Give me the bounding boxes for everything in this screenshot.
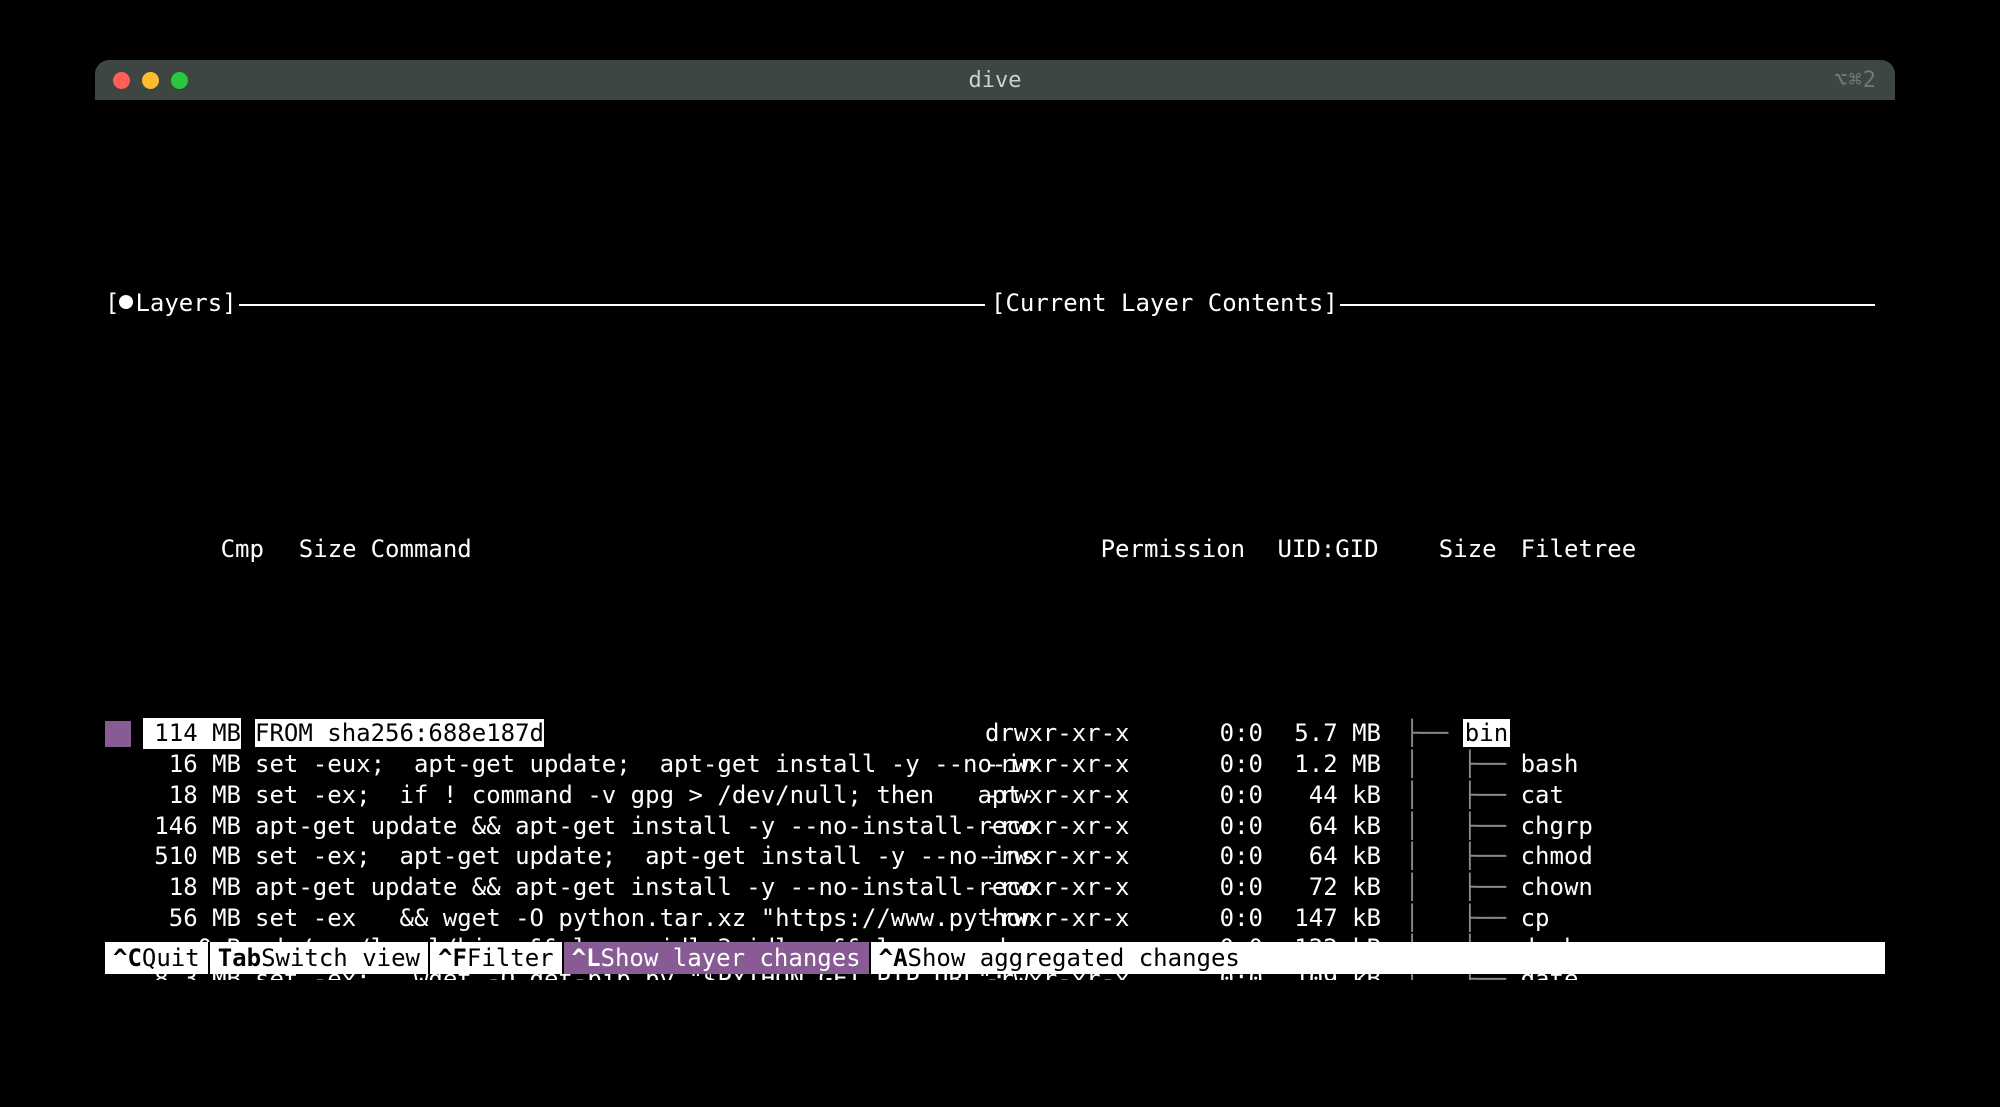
bullet-icon bbox=[119, 295, 133, 309]
contents-header: [Current Layer Contents] bbox=[985, 288, 1875, 319]
col-permission: Permission bbox=[1101, 534, 1271, 565]
status-bar: ^C Quit Tab Switch view ^F Filter ^L Sho… bbox=[105, 942, 1885, 974]
layer-row[interactable]: 146 MBapt-get update && apt-get install … bbox=[105, 811, 985, 842]
filetree-row[interactable]: -rwxr-xr-x0:064 kB│ ├── chmod bbox=[985, 841, 1875, 872]
aggregated-changes-button[interactable]: ^A Show aggregated changes bbox=[871, 942, 1885, 974]
filetree-root[interactable]: drwxr-xr-x0:05.7 MB├── bin bbox=[985, 718, 1875, 749]
contents-columns: PermissionUID:GIDSizeFiletree bbox=[985, 503, 1875, 595]
col-filetree: Filetree bbox=[1497, 534, 1637, 565]
layer-row[interactable]: 114 MBFROM sha256:688e187d bbox=[105, 718, 985, 749]
layers-columns: CmpSizeCommand bbox=[105, 503, 985, 595]
window-title: dive bbox=[95, 68, 1895, 93]
layer-row[interactable]: 16 MBset -eux; apt-get update; apt-get i… bbox=[105, 749, 985, 780]
layer-changes-button[interactable]: ^L Show layer changes bbox=[564, 942, 871, 974]
col-cmp: Cmp bbox=[221, 534, 259, 565]
layers-header-label: Layers bbox=[135, 289, 222, 317]
filetree-row[interactable]: -rwxr-xr-x0:072 kB│ ├── chown bbox=[985, 872, 1875, 903]
filetree-row[interactable]: -rwxr-xr-x0:01.2 MB│ ├── bash bbox=[985, 749, 1875, 780]
col-uidgid: UID:GID bbox=[1271, 534, 1379, 565]
terminal-body: [Layers] [Current Layer Contents] CmpSiz… bbox=[95, 100, 1895, 980]
titlebar[interactable]: dive ⌥⌘2 bbox=[95, 60, 1895, 100]
switch-view-button[interactable]: Tab Switch view bbox=[210, 942, 430, 974]
col-size: Size bbox=[259, 534, 357, 565]
col-filesize: Size bbox=[1379, 534, 1497, 565]
filetree-row[interactable]: -rwxr-xr-x0:064 kB│ ├── chgrp bbox=[985, 811, 1875, 842]
filter-button[interactable]: ^F Filter bbox=[430, 942, 564, 974]
contents-header-label: Current Layer Contents bbox=[1005, 289, 1323, 317]
layers-header: [Layers] bbox=[105, 288, 985, 319]
layer-row[interactable]: 56 MBset -ex && wget -O python.tar.xz "h… bbox=[105, 903, 985, 934]
filetree-row[interactable]: -rwxr-xr-x0:0147 kB│ ├── cp bbox=[985, 903, 1875, 934]
filetree-row[interactable]: -rwxr-xr-x0:044 kB│ ├── cat bbox=[985, 780, 1875, 811]
layer-row[interactable]: 510 MBset -ex; apt-get update; apt-get i… bbox=[105, 841, 985, 872]
layer-row[interactable]: 18 MBapt-get update && apt-get install -… bbox=[105, 872, 985, 903]
terminal-window: dive ⌥⌘2 [Layers] [Current Layer Content… bbox=[95, 60, 1895, 980]
layer-row[interactable]: 18 MBset -ex; if ! command -v gpg > /dev… bbox=[105, 780, 985, 811]
quit-button[interactable]: ^C Quit bbox=[105, 942, 210, 974]
col-command: Command bbox=[357, 534, 472, 565]
cmp-mark-icon bbox=[105, 721, 131, 747]
